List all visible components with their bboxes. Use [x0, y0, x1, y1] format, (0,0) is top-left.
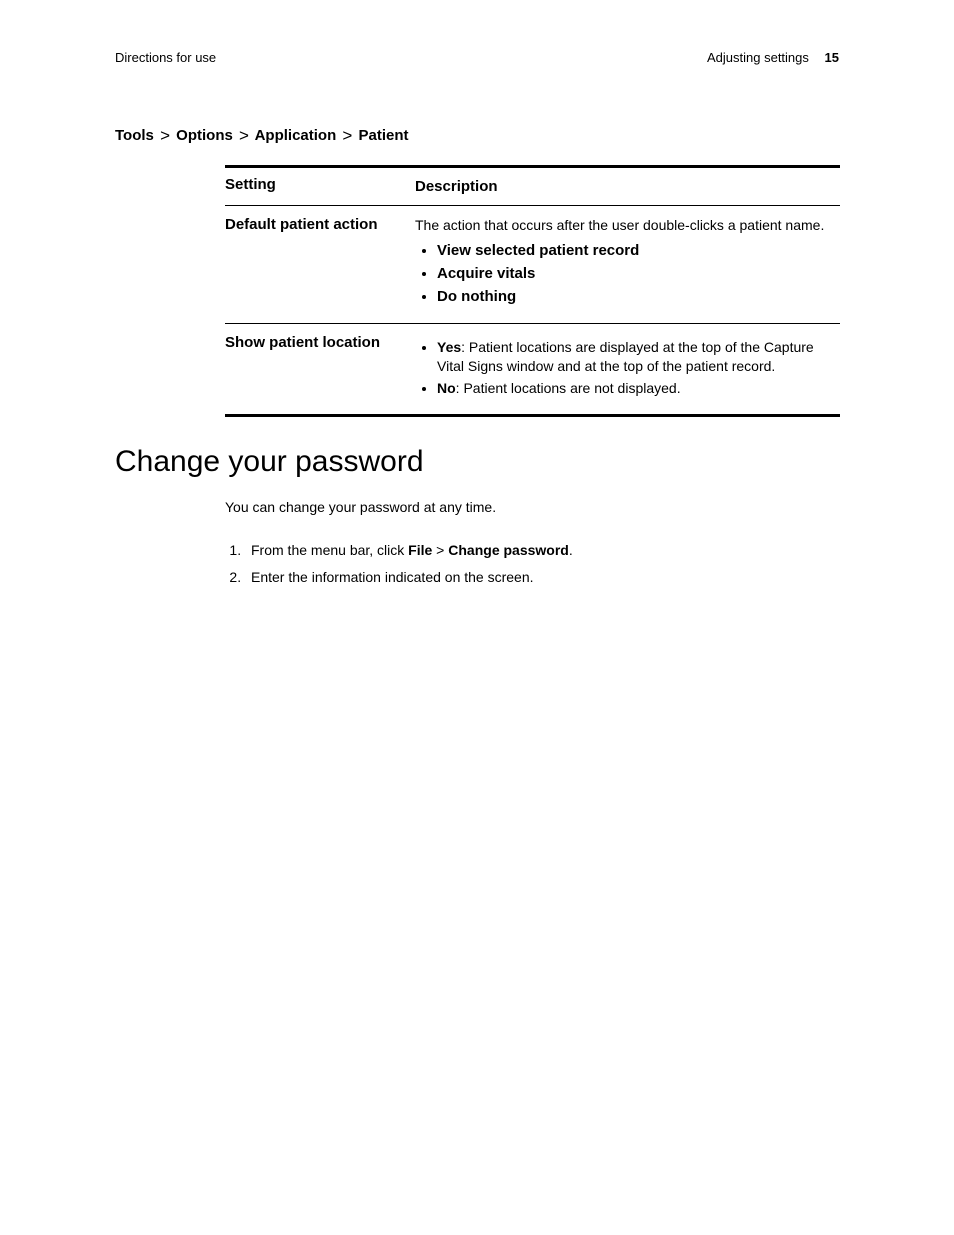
option-label: No — [437, 380, 456, 396]
setting-description: The action that occurs after the user do… — [415, 206, 840, 323]
header-section-name: Adjusting settings — [707, 50, 809, 65]
chevron-right-icon: > — [158, 126, 172, 145]
table-row: Default patient action The action that o… — [225, 206, 840, 323]
section-intro: You can change your password at any time… — [225, 497, 839, 518]
page-header: Directions for use Adjusting settings 15 — [115, 50, 839, 65]
page-number: 15 — [825, 50, 839, 65]
step-item: Enter the information indicated on the s… — [245, 567, 839, 588]
setting-description: Yes: Patient locations are displayed at … — [415, 324, 840, 415]
table-header-row: Setting Description — [225, 168, 840, 205]
step-separator: > — [432, 542, 448, 558]
description-intro: The action that occurs after the user do… — [415, 217, 824, 233]
step-item: From the menu bar, click File > Change p… — [245, 540, 839, 561]
step-text: Enter the information indicated on the s… — [251, 569, 534, 585]
column-header-description: Description — [415, 168, 840, 205]
column-header-setting: Setting — [225, 168, 415, 205]
option-label: Yes — [437, 339, 461, 355]
list-item: Yes: Patient locations are displayed at … — [437, 338, 840, 377]
section-body: You can change your password at any time… — [225, 497, 839, 588]
step-text: From the menu bar, click — [251, 542, 408, 558]
list-item: View selected patient record — [437, 240, 840, 261]
breadcrumb: Tools > Options > Application > Patient — [115, 125, 839, 145]
options-list: View selected patient record Acquire vit… — [415, 240, 840, 307]
setting-name: Default patient action — [225, 206, 415, 323]
setting-name: Show patient location — [225, 324, 415, 415]
breadcrumb-item: Options — [176, 127, 233, 144]
document-page: Directions for use Adjusting settings 15… — [0, 0, 954, 588]
list-item: Acquire vitals — [437, 263, 840, 284]
table-row: Show patient location Yes: Patient locat… — [225, 324, 840, 415]
option-text: : Patient locations are not displayed. — [456, 380, 681, 396]
breadcrumb-item: Patient — [359, 127, 409, 144]
chevron-right-icon: > — [340, 126, 354, 145]
header-right: Adjusting settings 15 — [707, 50, 839, 65]
settings-table: Setting Description Default patient acti… — [225, 165, 840, 417]
breadcrumb-item: Tools — [115, 127, 154, 144]
menu-name: Change password — [448, 542, 569, 558]
options-list: Yes: Patient locations are displayed at … — [415, 338, 840, 399]
section-title: Change your password — [115, 445, 839, 479]
option-text: : Patient locations are displayed at the… — [437, 339, 814, 375]
table-rule — [225, 414, 840, 417]
menu-name: File — [408, 542, 432, 558]
steps-list: From the menu bar, click File > Change p… — [225, 540, 839, 588]
list-item: No: Patient locations are not displayed. — [437, 379, 840, 399]
breadcrumb-item: Application — [255, 127, 337, 144]
list-item: Do nothing — [437, 286, 840, 307]
step-text: . — [569, 542, 573, 558]
chevron-right-icon: > — [237, 126, 251, 145]
header-left: Directions for use — [115, 50, 216, 65]
